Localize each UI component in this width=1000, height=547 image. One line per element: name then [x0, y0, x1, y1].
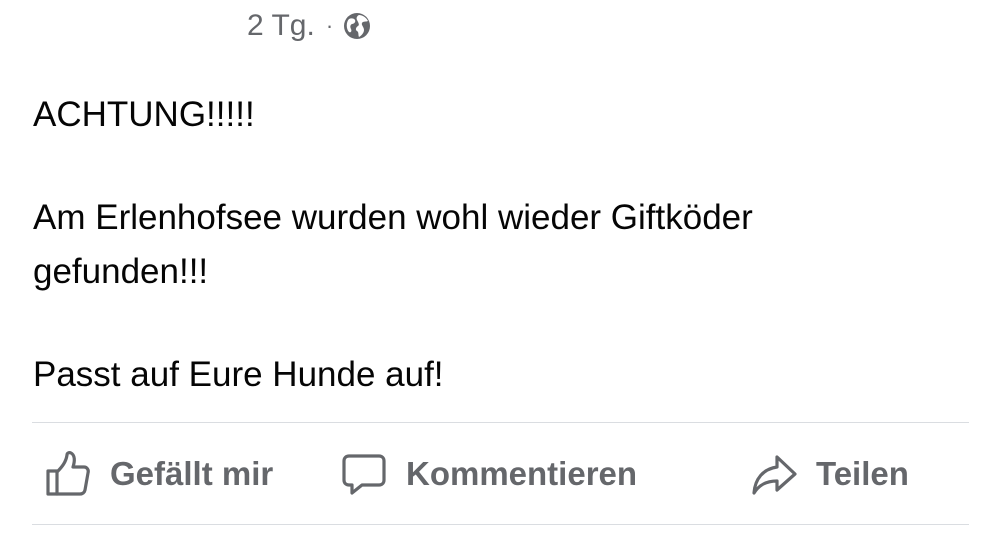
post-action-bar: Gefällt mir Kommentieren Teilen [32, 423, 969, 524]
post-paragraph-bait-found: Am Erlenhofsee wurden wohl wieder Giftkö… [33, 198, 753, 291]
like-label: Gefällt mir [110, 454, 274, 492]
share-button[interactable]: Teilen [750, 423, 909, 524]
post-body: ACHTUNG!!!!! Am Erlenhofsee wurden wohl … [33, 88, 963, 402]
comment-button[interactable]: Kommentieren [340, 423, 637, 524]
share-label: Teilen [816, 454, 909, 492]
thumbs-up-icon [44, 450, 92, 498]
meta-separator: · [325, 13, 334, 38]
share-arrow-icon [750, 450, 798, 498]
comment-label: Kommentieren [406, 454, 638, 492]
action-bar-bottom-divider [32, 524, 969, 525]
post-paragraph-warning: ACHTUNG!!!!! [33, 95, 255, 134]
comment-bubble-icon [340, 450, 388, 498]
globe-icon[interactable] [342, 11, 372, 41]
post-timestamp[interactable]: 2 Tg. [247, 9, 315, 43]
post-paragraph-dogs: Passt auf Eure Hunde auf! [33, 355, 444, 394]
like-button[interactable]: Gefällt mir [44, 423, 273, 524]
post-meta: 2 Tg. · [247, 6, 372, 46]
